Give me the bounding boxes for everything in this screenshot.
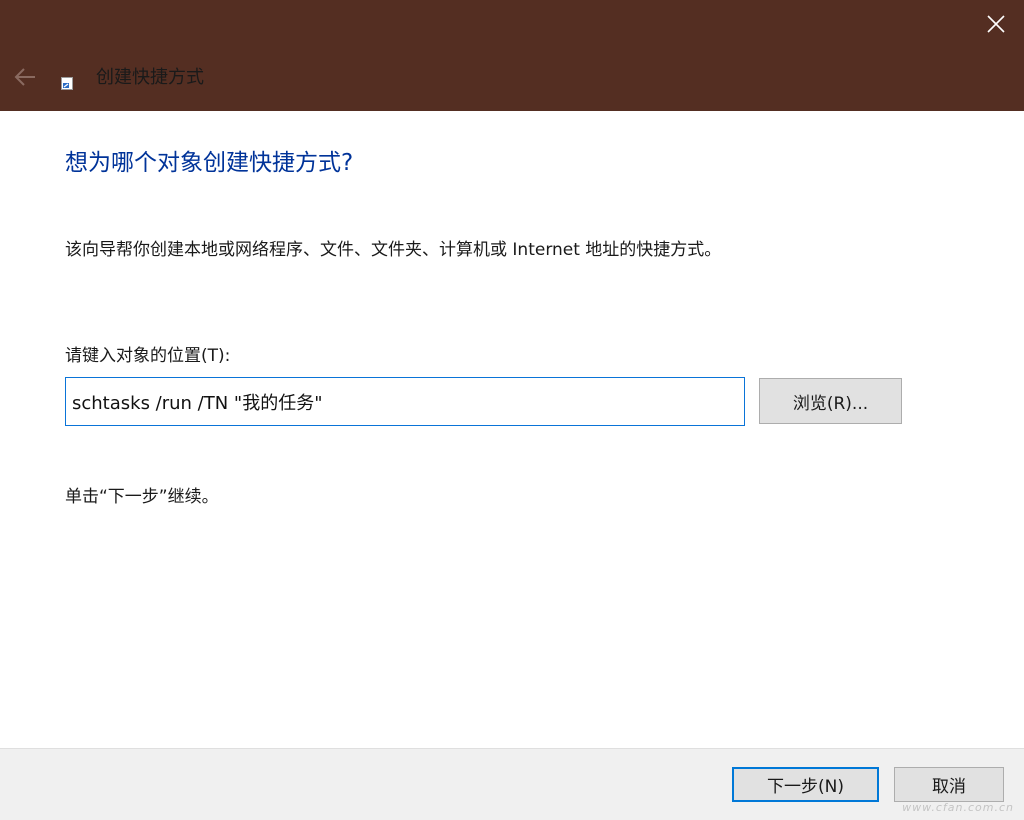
location-label: 请键入对象的位置(T): <box>65 346 231 366</box>
page-heading: 想为哪个对象创建快捷方式? <box>65 150 354 176</box>
back-arrow-icon <box>14 68 35 86</box>
close-button[interactable] <box>976 4 1016 44</box>
continue-hint: 单击“下一步”继续。 <box>65 487 219 507</box>
location-input[interactable] <box>65 377 745 426</box>
watermark: www.cfan.com.cn <box>902 801 1014 814</box>
window-title: 创建快捷方式 <box>96 67 204 88</box>
back-button[interactable] <box>8 60 42 94</box>
wizard-description: 该向导帮你创建本地或网络程序、文件、文件夹、计算机或 Internet 地址的快… <box>65 240 722 260</box>
title-bar: 创建快捷方式 <box>0 0 1024 111</box>
cancel-button[interactable]: 取消 <box>894 767 1004 802</box>
close-icon <box>987 15 1005 33</box>
browse-button[interactable]: 浏览(R)... <box>759 378 902 424</box>
next-button[interactable]: 下一步(N) <box>732 767 879 802</box>
shortcut-wizard-icon <box>61 77 73 90</box>
create-shortcut-window: 创建快捷方式 想为哪个对象创建快捷方式? 该向导帮你创建本地或网络程序、文件、文… <box>0 0 1024 820</box>
